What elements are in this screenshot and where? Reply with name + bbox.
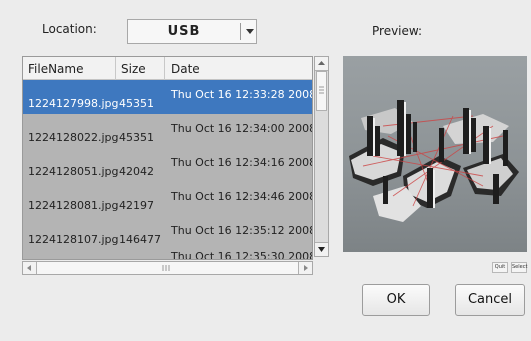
file-row[interactable]: 1224127998.jpg 45351 Thu Oct 16 12:33:28… (23, 80, 313, 114)
grip-icon (162, 265, 170, 271)
quit-mini-button[interactable]: Quit (492, 262, 508, 273)
file-size: 42197 (119, 199, 154, 212)
column-header-filename[interactable]: FileName (28, 62, 83, 76)
file-size: 45351 (119, 97, 154, 110)
grip-icon (319, 86, 324, 94)
horizontal-scrollbar[interactable] (22, 261, 313, 275)
file-date: Thu Oct 16 12:33:28 2008 (171, 88, 313, 101)
scroll-up-icon (318, 61, 325, 65)
column-header-date[interactable]: Date (171, 62, 200, 76)
file-name: 1224127998.jpg (28, 97, 119, 110)
file-name: 1224128022.jpg (28, 131, 119, 144)
file-row-partial[interactable]: Thu Oct 16 12:35:30 2008 (23, 226, 313, 260)
file-name: 1224128081.jpg (28, 199, 119, 212)
scroll-left-icon (27, 265, 31, 271)
column-header-size[interactable]: Size (121, 62, 146, 76)
file-list[interactable]: FileName Size Date 1224127998.jpg 45351 … (22, 56, 313, 260)
file-date: Thu Oct 16 12:34:46 2008 (171, 190, 313, 203)
location-value: USB (167, 24, 201, 39)
file-size: 42042 (119, 165, 154, 178)
vertical-scroll-thumb[interactable] (316, 71, 327, 111)
location-label: Location: (42, 22, 97, 36)
column-divider[interactable] (164, 57, 165, 80)
scroll-down-icon (318, 247, 325, 252)
file-date: Thu Oct 16 12:34:16 2008 (171, 156, 313, 169)
cancel-button[interactable]: Cancel (455, 284, 525, 316)
preview-image (343, 56, 527, 252)
ok-button[interactable]: OK (362, 284, 430, 316)
file-date: Thu Oct 16 12:34:00 2008 (171, 122, 313, 135)
dropdown-arrow-icon[interactable] (245, 25, 255, 38)
location-dropdown[interactable]: USB (127, 19, 257, 44)
scroll-down-button[interactable] (315, 242, 328, 256)
map-sculpture-image (349, 100, 519, 222)
preview-label: Preview: (372, 24, 423, 38)
vertical-scrollbar[interactable] (314, 56, 329, 257)
file-row[interactable]: 1224128051.jpg 42042 Thu Oct 16 12:34:16… (23, 148, 313, 182)
scroll-right-button[interactable] (298, 262, 312, 274)
file-date: Thu Oct 16 12:35:30 2008 (171, 250, 313, 260)
scroll-up-button[interactable] (315, 57, 328, 71)
file-name: 1224128051.jpg (28, 165, 119, 178)
file-size: 45351 (119, 131, 154, 144)
select-mini-button[interactable]: Select (511, 262, 527, 273)
scroll-left-button[interactable] (23, 262, 37, 274)
file-list-header: FileName Size Date (23, 57, 312, 80)
column-divider[interactable] (115, 57, 116, 80)
scroll-right-icon (304, 265, 308, 271)
horizontal-scroll-thumb[interactable] (37, 262, 299, 274)
dropdown-separator (240, 23, 241, 40)
file-row[interactable]: 1224128081.jpg 42197 Thu Oct 16 12:34:46… (23, 182, 313, 216)
file-row[interactable]: 1224128022.jpg 45351 Thu Oct 16 12:34:00… (23, 114, 313, 148)
